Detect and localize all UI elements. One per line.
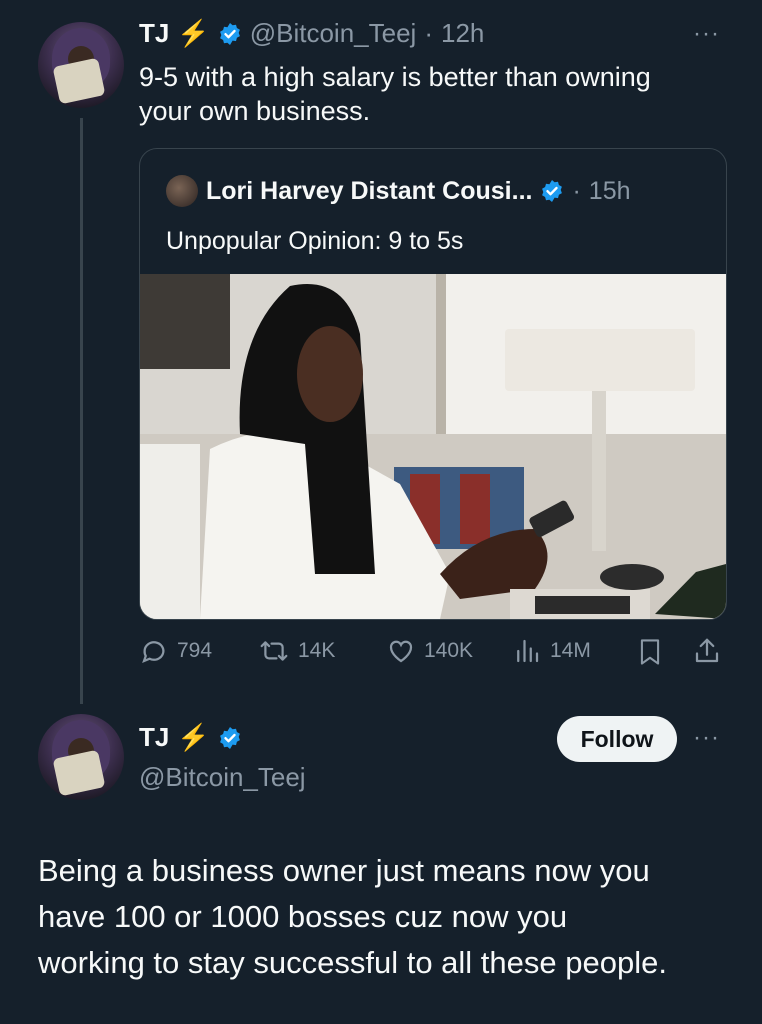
tweet-text-line: your own business.: [139, 96, 371, 126]
quoted-tweet[interactable]: Lori Harvey Distant Cousi... · 15h Unpop…: [139, 148, 727, 620]
lightning-icon: ⚡: [177, 722, 210, 752]
quote-avatar: [166, 175, 198, 207]
retweet-icon: [260, 641, 288, 661]
tweet-header: TJ ⚡ @Bitcoin_Teej · 12h: [139, 18, 484, 49]
lightning-icon: ⚡: [177, 18, 210, 48]
retweet-count: 14K: [298, 639, 336, 662]
retweet-button[interactable]: 14K: [258, 636, 335, 666]
view-count: 14M: [550, 639, 591, 662]
follow-button[interactable]: Follow: [557, 716, 677, 762]
author-name[interactable]: TJ: [139, 18, 169, 49]
like-count: 140K: [424, 639, 474, 662]
reply-text-line: have 100 or 1000 bosses cuz now you: [38, 899, 568, 934]
author-handle[interactable]: @Bitcoin_Teej: [250, 18, 417, 49]
thread-line: [80, 118, 83, 704]
author-handle[interactable]: @Bitcoin_Teej: [139, 762, 306, 793]
bookmark-icon[interactable]: [636, 637, 664, 667]
reply-text: Being a business owner just means now yo…: [38, 848, 667, 986]
more-options-icon[interactable]: ···: [693, 20, 720, 48]
views-button[interactable]: 14M: [512, 636, 591, 666]
share-icon[interactable]: [692, 636, 722, 666]
tweet-text-line: 9-5 with a high salary is better than ow…: [139, 62, 651, 92]
like-button[interactable]: 140K: [386, 636, 473, 666]
separator-dot: ·: [572, 176, 581, 205]
tweet-text: 9-5 with a high salary is better than ow…: [139, 60, 651, 128]
author-name[interactable]: TJ: [139, 722, 169, 753]
reply-button[interactable]: 794: [139, 636, 212, 666]
quote-header: Lori Harvey Distant Cousi... · 15h: [166, 175, 631, 207]
separator-dot: ·: [424, 18, 433, 48]
quote-author-name: Lori Harvey Distant Cousi...: [206, 176, 533, 205]
reply-header: TJ ⚡: [139, 722, 242, 753]
reply-count: 794: [177, 639, 213, 662]
timestamp[interactable]: 12h: [441, 18, 484, 49]
verified-badge-icon: [219, 22, 240, 45]
verified-badge-icon: [542, 180, 563, 202]
reply-text-line: working to stay successful to all these …: [38, 945, 667, 980]
more-options-icon[interactable]: ···: [693, 724, 720, 752]
views-icon: [517, 639, 539, 663]
quote-text: Unpopular Opinion: 9 to 5s: [166, 227, 464, 255]
reply-text-line: Being a business owner just means now yo…: [38, 853, 650, 888]
avatar[interactable]: [38, 22, 124, 108]
heart-icon: [389, 640, 413, 663]
verified-badge-icon: [219, 726, 240, 749]
avatar[interactable]: [38, 714, 124, 800]
reply-icon: [142, 641, 165, 663]
quote-photo[interactable]: [140, 274, 726, 619]
quote-timestamp: 15h: [588, 176, 631, 205]
